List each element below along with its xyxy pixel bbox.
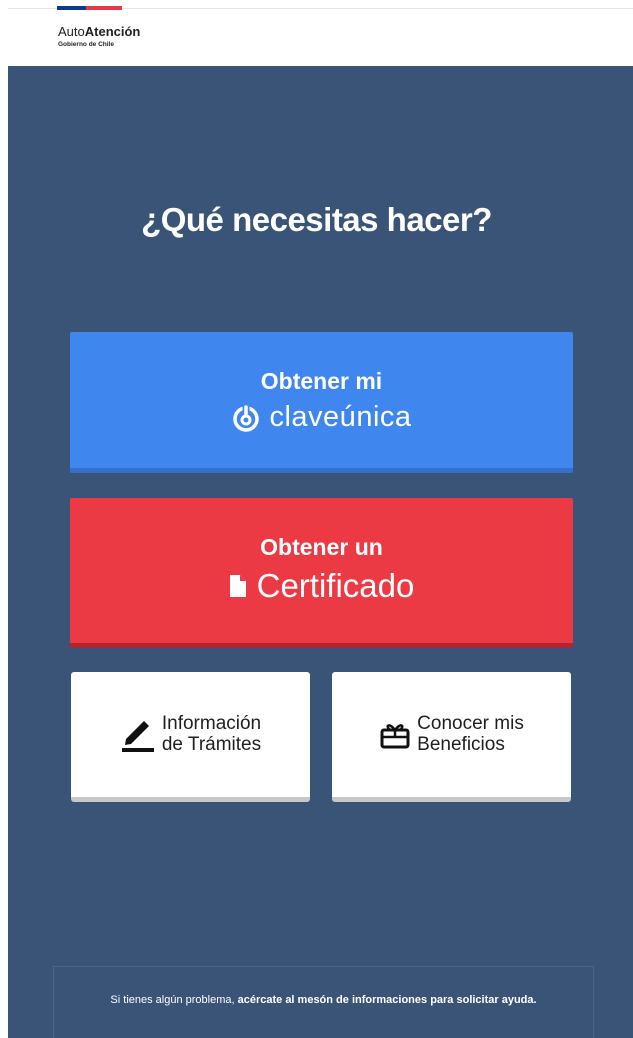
help-text-bold: acércate al mesón de informaciones para … [237, 994, 537, 1006]
certificado-button[interactable]: Obtener un Certificado [70, 498, 573, 648]
informacion-tramites-button[interactable]: Información de Trámites [71, 672, 310, 802]
flag-blue-segment [57, 6, 86, 10]
help-text-regular: Si tienes algún problema, [110, 994, 238, 1006]
page-title: ¿Qué necesitas hacer? [141, 201, 492, 238]
beneficios-line2: Beneficios [417, 733, 505, 755]
pencil-icon [121, 720, 154, 752]
conocer-beneficios-button[interactable]: Conocer mis Beneficios [332, 672, 571, 802]
brand-light: Auto [58, 24, 85, 39]
brand-logo: AutoAtención Gobierno de Chile [58, 24, 140, 49]
claveunica-line1: Obtener mi [260, 368, 383, 394]
certificado-label: Certificado [256, 567, 415, 604]
power-icon [233, 404, 260, 432]
help-text: Si tienes algún problema, acércate al me… [54, 994, 593, 1006]
chile-flag-bar [57, 6, 122, 10]
claveunica-label: claveúnica [269, 401, 412, 433]
brand-bold: Atención [84, 24, 141, 39]
certificado-line1: Obtener un [260, 534, 383, 560]
flag-red-segment [86, 6, 122, 10]
tramites-line1: Información [161, 712, 262, 734]
header: AutoAtención Gobierno de Chile [0, 0, 633, 66]
help-footer: Si tienes algún problema, acércate al me… [53, 966, 594, 1038]
beneficios-line1: Conocer mis [417, 712, 524, 734]
document-icon [229, 575, 246, 597]
tramites-line2: de Trámites [161, 733, 262, 755]
claveunica-button[interactable]: Obtener mi claveúnica [70, 332, 573, 473]
brand-subtitle: Gobierno de Chile [58, 41, 114, 48]
gift-icon [380, 723, 410, 748]
